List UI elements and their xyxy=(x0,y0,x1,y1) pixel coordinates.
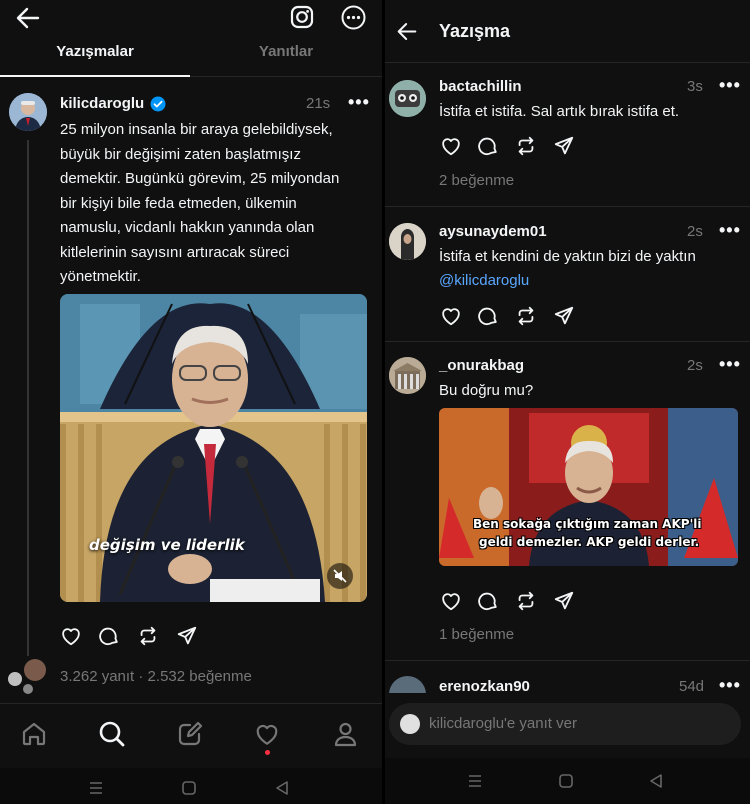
reply-text: İstifa et istifa. Sal artık bırak istifa… xyxy=(439,103,680,120)
thread-panel: Yazışmalar Yanıtlar kilicdaroglu 21s •••… xyxy=(0,0,382,804)
recent-apps-icon[interactable] xyxy=(88,781,104,795)
share-icon[interactable] xyxy=(553,590,575,612)
replier-avatar xyxy=(8,672,22,686)
reply-icon[interactable] xyxy=(98,625,120,647)
share-icon[interactable] xyxy=(553,305,575,327)
system-back-icon[interactable] xyxy=(274,780,290,796)
like-icon[interactable] xyxy=(440,590,462,612)
instagram-icon[interactable] xyxy=(290,5,314,29)
reply-more-icon[interactable]: ••• xyxy=(719,75,741,96)
profile-icon[interactable] xyxy=(332,720,359,747)
home-icon[interactable] xyxy=(21,721,47,747)
like-icon[interactable] xyxy=(440,305,462,327)
repost-icon[interactable] xyxy=(515,135,537,157)
system-home-icon[interactable] xyxy=(558,773,574,789)
back-arrow-icon[interactable] xyxy=(397,22,417,41)
reply-more-icon[interactable]: ••• xyxy=(719,354,741,375)
reply-placeholder: kilicdaroglu'e yanıt ver xyxy=(429,715,577,732)
notification-dot xyxy=(265,750,270,755)
share-icon[interactable] xyxy=(176,625,198,647)
reply-time: 2s xyxy=(687,357,703,374)
search-icon[interactable] xyxy=(98,720,125,747)
share-icon[interactable] xyxy=(553,135,575,157)
reply-likes[interactable]: 1 beğenme xyxy=(439,626,514,643)
image-subtitle-line-2: geldi demezler. AKP geldi derler. xyxy=(479,535,700,549)
avatar[interactable] xyxy=(389,80,426,117)
tabs-bar: Yazışmalar Yanıtlar xyxy=(0,38,382,78)
tab-replies[interactable]: Yanıtlar xyxy=(190,43,382,60)
compose-icon[interactable] xyxy=(177,721,203,747)
reply-thread-panel: Yazışma bactachillin 3s ••• İstifa et is… xyxy=(385,0,750,804)
tab-threads[interactable]: Yazışmalar xyxy=(0,43,190,60)
reply-username[interactable]: bactachillin xyxy=(439,78,522,95)
post-more-icon[interactable]: ••• xyxy=(348,92,370,113)
post-video[interactable]: değişim ve liderlik xyxy=(60,294,367,602)
repost-icon[interactable] xyxy=(515,590,537,612)
replier-avatar xyxy=(23,684,33,694)
replier-avatar xyxy=(24,659,46,681)
like-icon[interactable] xyxy=(440,135,462,157)
reply-username[interactable]: aysunaydem01 xyxy=(439,223,547,240)
verified-badge-icon xyxy=(150,96,166,112)
system-home-icon[interactable] xyxy=(181,780,197,796)
reply-time: 2s xyxy=(687,223,703,240)
active-tab-indicator xyxy=(0,75,190,77)
reply-likes[interactable]: 2 beğenme xyxy=(439,172,514,189)
reply-time: 3s xyxy=(687,78,703,95)
mute-icon[interactable] xyxy=(327,563,353,589)
post-time: 21s xyxy=(306,95,331,112)
repost-icon[interactable] xyxy=(515,305,537,327)
avatar[interactable] xyxy=(389,223,426,260)
reply-image[interactable]: Ben sokağa çıktığım zaman AKP'li geldi d… xyxy=(439,408,738,566)
more-options-icon[interactable] xyxy=(341,5,366,30)
video-caption: değişim ve liderlik xyxy=(89,536,245,554)
reply-icon[interactable] xyxy=(477,590,499,612)
repost-icon[interactable] xyxy=(137,625,159,647)
system-back-icon[interactable] xyxy=(648,773,664,789)
back-arrow-icon[interactable] xyxy=(16,7,40,29)
mention-link[interactable]: @kilicdaroglu xyxy=(439,269,529,294)
like-icon[interactable] xyxy=(60,625,82,647)
avatar[interactable] xyxy=(9,93,47,131)
avatar[interactable] xyxy=(389,357,426,394)
recent-apps-icon[interactable] xyxy=(467,774,483,788)
reply-text: Bu doğru mu? xyxy=(439,382,534,399)
reply-more-icon[interactable]: ••• xyxy=(719,220,741,241)
reply-icon[interactable] xyxy=(477,135,499,157)
page-title: Yazışma xyxy=(439,21,511,41)
post-username[interactable]: kilicdaroglu xyxy=(60,95,144,112)
reply-text: İstifa et kendini de yaktın bizi de yakt… xyxy=(439,248,696,265)
post-text: 25 milyon insanla bir araya gelebildiyse… xyxy=(60,121,340,285)
reply-username[interactable]: _onurakbag xyxy=(439,357,524,374)
image-subtitle-line-1: Ben sokağa çıktığım zaman AKP'li xyxy=(473,517,702,531)
post-stats[interactable]: 3.262 yanıt · 2.532 beğenme xyxy=(60,668,252,685)
thread-line xyxy=(27,140,29,656)
heart-icon[interactable] xyxy=(254,721,280,747)
reply-icon[interactable] xyxy=(477,305,499,327)
reply-input[interactable]: kilicdaroglu'e yanıt ver xyxy=(389,703,741,745)
own-avatar xyxy=(400,714,420,734)
